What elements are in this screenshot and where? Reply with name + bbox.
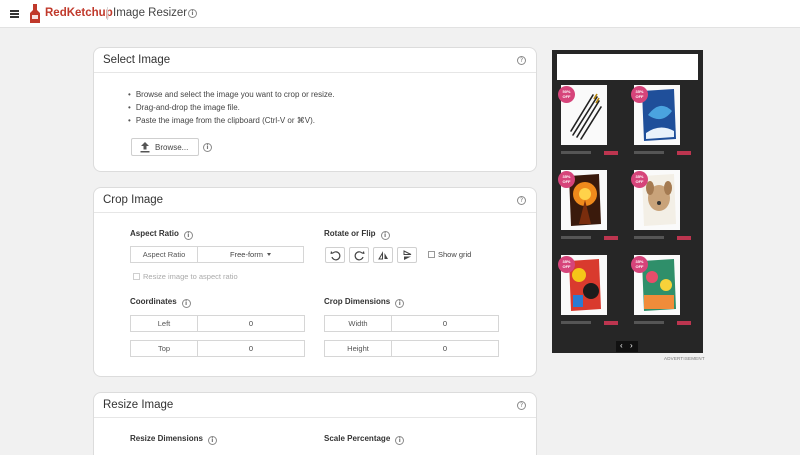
ad-price	[677, 151, 691, 155]
ad-product-name	[634, 151, 664, 154]
resize-dimensions-heading: Resize Dimensions i	[130, 434, 217, 445]
card-header: Crop Image ?	[94, 188, 536, 213]
flip-vertical-button[interactable]	[397, 247, 417, 263]
top-field[interactable]: Top 0	[130, 340, 305, 357]
instruction-item: Paste the image from the clipboard (Ctrl…	[128, 114, 335, 127]
info-icon[interactable]: i	[395, 299, 405, 308]
rotate-flip-heading: Rotate or Flip i	[324, 229, 390, 240]
select-image-card: Select Image ? Browse and select the ima…	[93, 47, 537, 172]
rotate-left-button[interactable]	[325, 247, 345, 263]
aspect-ratio-heading: Aspect Ratio i	[130, 229, 193, 240]
show-grid-label: Show grid	[438, 250, 472, 259]
ad-product-name	[561, 151, 591, 154]
left-label: Left	[131, 316, 198, 331]
info-icon[interactable]: i	[207, 436, 217, 445]
ad-product-name	[561, 321, 591, 324]
advertisement-panel[interactable]: 50% OFF 35% OFF 35% OFF 35% OFF 35% OFF …	[552, 50, 703, 353]
card-header: Resize Image ?	[94, 393, 536, 418]
ad-price	[677, 236, 691, 240]
brand-divider	[107, 7, 108, 20]
coordinates-heading: Coordinates i	[130, 297, 191, 308]
help-icon[interactable]: ?	[517, 401, 526, 410]
top-label: Top	[131, 341, 198, 356]
card-header: Select Image ?	[94, 48, 536, 73]
hamburger-menu-icon[interactable]	[10, 10, 19, 18]
info-icon[interactable]: i	[188, 9, 197, 18]
rotate-left-icon	[330, 251, 341, 261]
resize-image-card: Resize Image ?	[93, 392, 537, 455]
ad-price	[604, 236, 618, 240]
ad-next-button[interactable]: ›	[630, 341, 633, 351]
info-icon[interactable]: i	[181, 299, 191, 308]
ad-product-name	[634, 236, 664, 239]
flip-horizontal-icon	[378, 251, 388, 260]
instructions-list: Browse and select the image you want to …	[128, 88, 335, 127]
ad-product-name	[634, 321, 664, 324]
ad-banner[interactable]	[557, 54, 698, 80]
discount-badge: 35% OFF	[558, 256, 575, 273]
brand-name[interactable]: RedKetchup	[45, 7, 113, 19]
width-field[interactable]: Width 0	[324, 315, 499, 332]
card-title: Resize Image	[103, 399, 174, 411]
height-field[interactable]: Height 0	[324, 340, 499, 357]
ad-product-tile[interactable]: 35% OFF	[631, 170, 680, 230]
ketchup-bottle-icon[interactable]	[28, 4, 42, 24]
card-title: Select Image	[103, 54, 171, 66]
rotate-right-button[interactable]	[349, 247, 369, 263]
resize-to-aspect-checkbox[interactable]	[133, 273, 140, 280]
ad-carousel-nav: ‹ ›	[616, 341, 638, 352]
help-icon[interactable]: ?	[517, 56, 526, 65]
ad-product-name	[561, 236, 591, 239]
height-input[interactable]: 0	[392, 341, 498, 356]
aspect-ratio-select[interactable]: Aspect Ratio Free-form	[130, 246, 304, 263]
top-input[interactable]: 0	[198, 341, 304, 356]
chevron-down-icon	[266, 253, 271, 256]
width-input[interactable]: 0	[392, 316, 498, 331]
ad-price	[604, 321, 618, 325]
flip-vertical-icon	[403, 250, 412, 260]
discount-badge: 35% OFF	[631, 171, 648, 188]
info-icon[interactable]: i	[203, 143, 212, 152]
ad-prev-button[interactable]: ‹	[620, 341, 623, 351]
discount-badge: 50% OFF	[558, 86, 575, 103]
ad-product-tile[interactable]: 35% OFF	[631, 85, 680, 145]
width-label: Width	[325, 316, 392, 331]
show-grid-checkbox[interactable]	[428, 251, 435, 258]
ad-product-tile[interactable]: 35% OFF	[631, 255, 680, 315]
browse-label: Browse...	[155, 143, 189, 152]
upload-icon	[140, 142, 150, 153]
discount-badge: 35% OFF	[558, 171, 575, 188]
info-icon[interactable]: i	[380, 231, 390, 240]
top-bar: RedKetchup Image Resizer i	[0, 0, 800, 28]
ad-product-tile[interactable]: 50% OFF	[558, 85, 607, 145]
advertisement-caption: ADVERTISEMENT	[664, 356, 705, 361]
aspect-ratio-value[interactable]: Free-form	[198, 247, 303, 262]
help-icon[interactable]: ?	[517, 196, 526, 205]
instruction-item: Browse and select the image you want to …	[128, 88, 335, 101]
crop-dimensions-heading: Crop Dimensions i	[324, 297, 405, 308]
app-title: Image Resizer	[113, 7, 188, 19]
aspect-ratio-label: Aspect Ratio	[131, 247, 198, 262]
discount-badge: 35% OFF	[631, 256, 648, 273]
info-icon[interactable]: i	[183, 231, 193, 240]
resize-to-aspect-label: Resize image to aspect ratio	[143, 272, 238, 281]
left-field[interactable]: Left 0	[130, 315, 305, 332]
flip-horizontal-button[interactable]	[373, 247, 393, 263]
info-icon[interactable]: i	[395, 436, 405, 445]
card-title: Crop Image	[103, 194, 164, 206]
ad-product-tile[interactable]: 35% OFF	[558, 170, 607, 230]
left-input[interactable]: 0	[198, 316, 304, 331]
ad-price	[677, 321, 691, 325]
ad-product-tile[interactable]: 35% OFF	[558, 255, 607, 315]
rotate-right-icon	[354, 251, 365, 261]
ad-price	[604, 151, 618, 155]
browse-button[interactable]: Browse...	[131, 138, 199, 156]
discount-badge: 35% OFF	[631, 86, 648, 103]
instruction-item: Drag-and-drop the image file.	[128, 101, 335, 114]
scale-percentage-heading: Scale Percentage i	[324, 434, 405, 445]
height-label: Height	[325, 341, 392, 356]
